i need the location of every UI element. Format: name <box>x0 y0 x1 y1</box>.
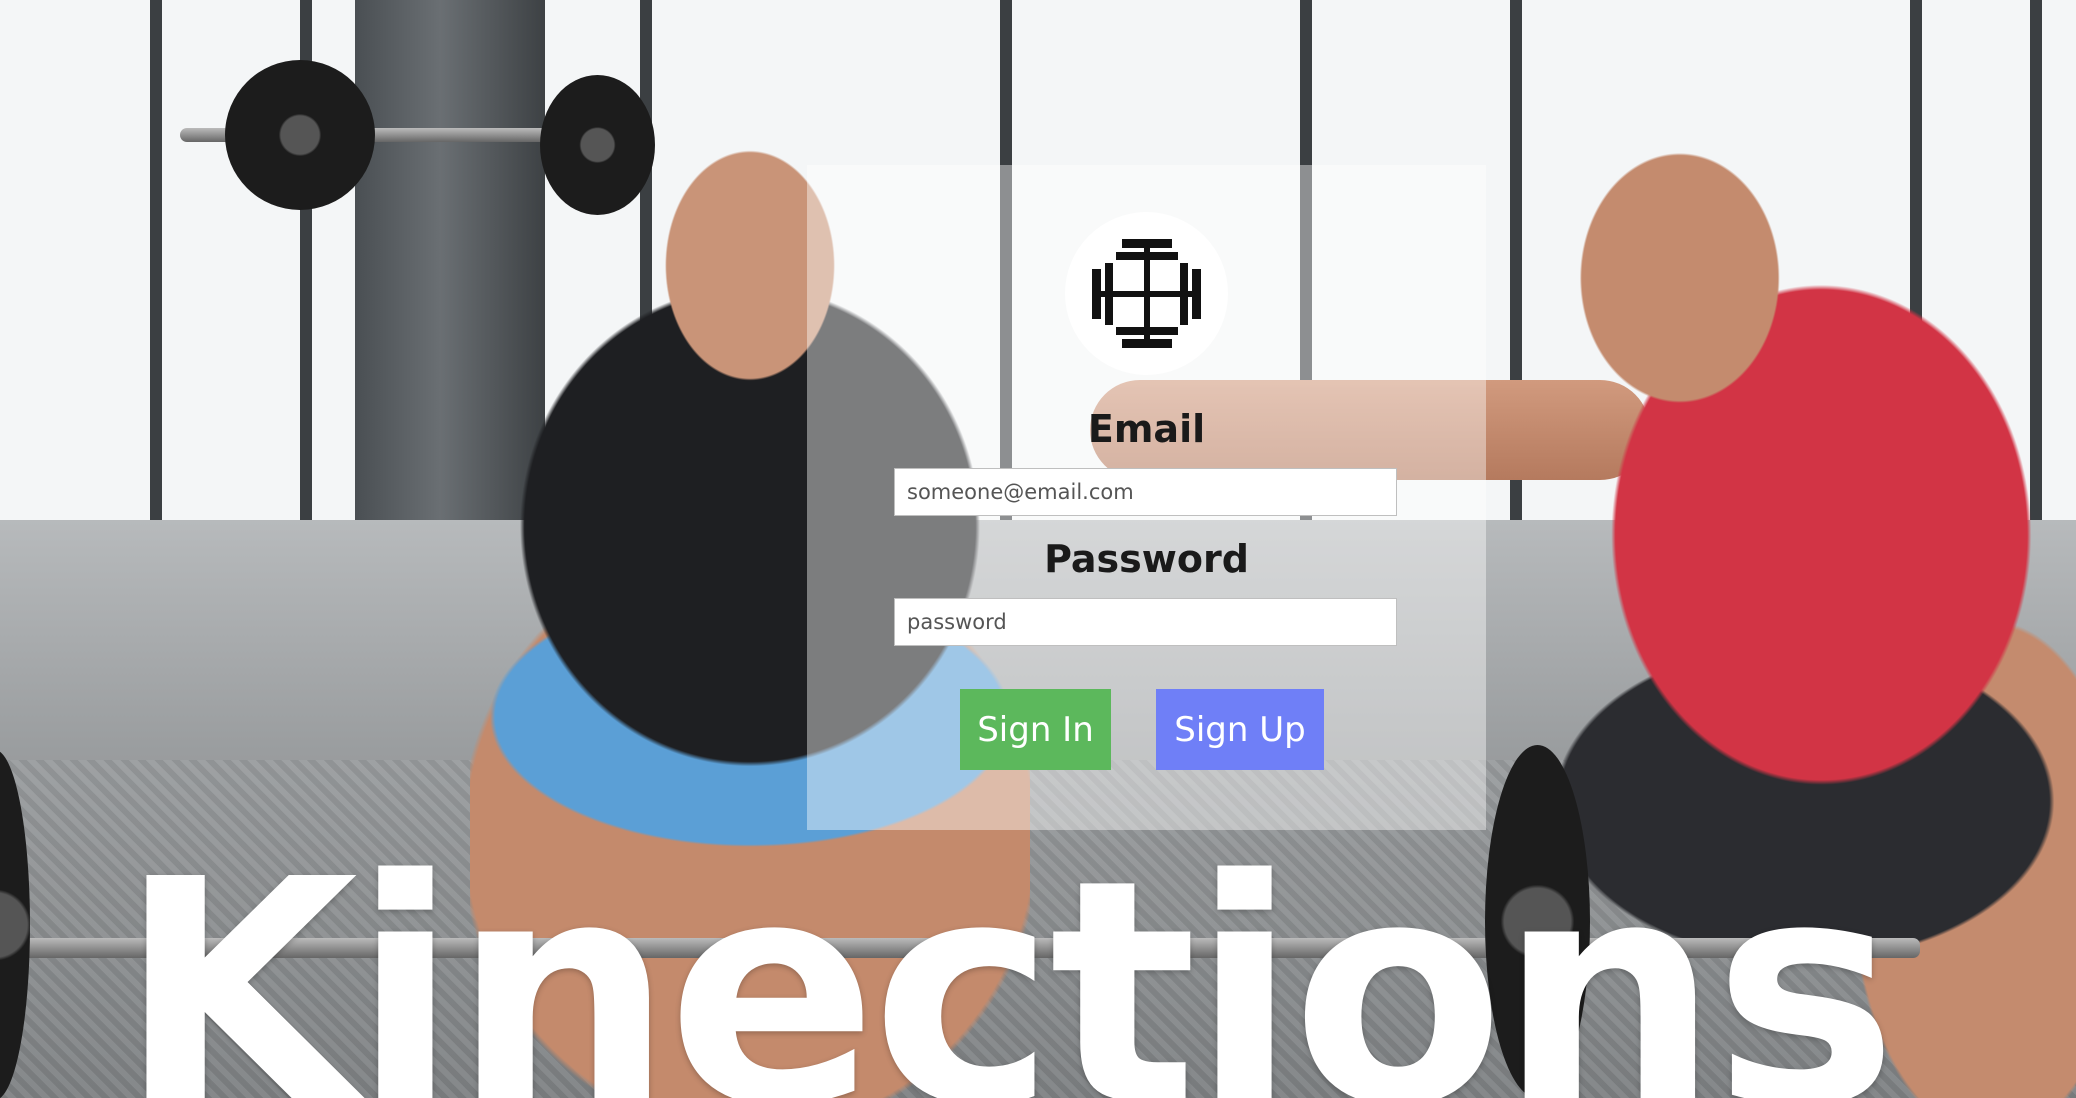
login-page: Kinections Email Password Sign In Sign U… <box>0 0 2076 1098</box>
password-field[interactable] <box>894 598 1397 646</box>
sign-in-button[interactable]: Sign In <box>960 689 1111 770</box>
brand-wordmark: Kinections <box>118 814 1898 1098</box>
email-field[interactable] <box>894 468 1397 516</box>
logo-glyph <box>1092 239 1201 348</box>
kinections-logo-icon <box>1065 212 1228 375</box>
login-panel: Email Password Sign In Sign Up <box>807 165 1486 830</box>
sign-up-button[interactable]: Sign Up <box>1156 689 1324 770</box>
email-label: Email <box>1087 407 1206 451</box>
password-label: Password <box>1044 537 1249 581</box>
